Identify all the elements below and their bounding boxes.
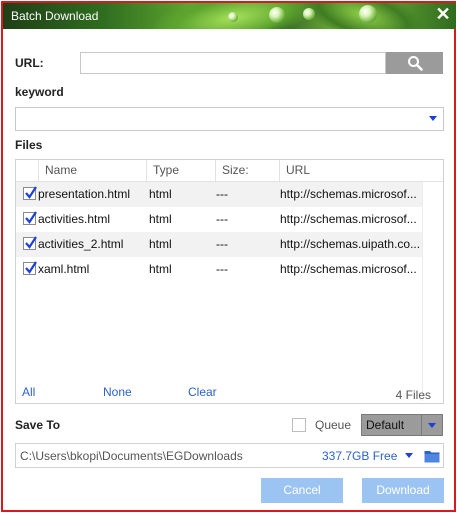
table-row[interactable]: xaml.html html --- http://schemas.micros…	[16, 257, 422, 282]
select-all-link[interactable]: All	[22, 385, 35, 399]
chevron-down-icon	[428, 423, 436, 428]
url-input[interactable]	[80, 52, 386, 74]
save-path-field[interactable]: C:\Users\bkopi\Documents\EGDownloads 337…	[15, 443, 444, 468]
profile-dropdown[interactable]: Default	[361, 414, 443, 436]
file-url: http://schemas.microsof...	[280, 212, 417, 226]
search-button[interactable]	[386, 52, 443, 74]
check-icon	[25, 261, 37, 274]
keyword-dropdown[interactable]	[15, 107, 444, 131]
file-size: ---	[216, 262, 228, 276]
row-checkbox[interactable]	[23, 261, 37, 275]
water-drop-art	[359, 5, 377, 23]
window-title: Batch Download	[11, 9, 99, 23]
column-header-url[interactable]: URL	[279, 160, 423, 181]
save-to-label: Save To	[15, 418, 61, 432]
cancel-button[interactable]: Cancel	[261, 478, 343, 503]
check-icon	[25, 236, 37, 249]
folder-icon[interactable]	[424, 449, 440, 463]
chevron-down-icon[interactable]	[405, 453, 413, 458]
table-header: Name Type Size: URL	[16, 160, 443, 182]
select-none-link[interactable]: None	[103, 385, 132, 399]
clear-link[interactable]: Clear	[188, 385, 217, 399]
file-name: presentation.html	[38, 187, 131, 201]
row-checkbox[interactable]	[23, 236, 37, 250]
file-count: 4 Files	[395, 388, 431, 402]
file-size: ---	[216, 187, 228, 201]
download-button[interactable]: Download	[362, 478, 444, 503]
file-type: html	[149, 237, 172, 251]
files-label: Files	[15, 138, 43, 152]
close-icon[interactable]: ✕	[433, 4, 453, 24]
search-icon	[407, 56, 423, 71]
file-type: html	[149, 262, 172, 276]
file-url: http://schemas.microsof...	[280, 262, 417, 276]
column-header-type[interactable]: Type	[146, 160, 215, 181]
row-checkbox[interactable]	[23, 186, 37, 200]
profile-value: Default	[366, 418, 405, 432]
save-path: C:\Users\bkopi\Documents\EGDownloads	[20, 449, 243, 463]
queue-label[interactable]: Queue	[315, 418, 351, 432]
file-url: http://schemas.microsof...	[280, 187, 417, 201]
check-icon	[25, 211, 37, 224]
check-icon	[25, 186, 37, 199]
table-scrollbar[interactable]	[422, 181, 443, 401]
queue-checkbox[interactable]	[292, 418, 306, 432]
file-name: activities_2.html	[38, 237, 124, 251]
column-header-name[interactable]: Name	[38, 160, 146, 181]
title-bar[interactable]: Batch Download ✕	[3, 3, 456, 29]
water-drop-art	[269, 7, 285, 23]
free-space: 337.7GB Free	[322, 449, 398, 463]
chevron-down-icon[interactable]	[429, 116, 437, 121]
profile-dropdown-button[interactable]	[421, 415, 442, 435]
file-name: activities.html	[38, 212, 111, 226]
water-drop-art	[228, 12, 238, 22]
water-drop-art	[303, 8, 315, 20]
file-size: ---	[216, 237, 228, 251]
column-header-size[interactable]: Size:	[215, 160, 279, 181]
table-row[interactable]: activities_2.html html --- http://schema…	[16, 232, 422, 257]
file-url: http://schemas.uipath.co...	[280, 237, 421, 251]
table-row[interactable]: activities.html html --- http://schemas.…	[16, 207, 422, 232]
column-header-select	[16, 160, 38, 181]
keyword-label: keyword	[15, 85, 64, 99]
row-checkbox[interactable]	[23, 211, 37, 225]
table-row[interactable]: presentation.html html --- http://schema…	[16, 182, 422, 207]
file-name: xaml.html	[38, 262, 90, 276]
files-table: Name Type Size: URL presentation.html ht…	[15, 159, 444, 404]
file-size: ---	[216, 212, 228, 226]
url-label: URL:	[15, 56, 44, 70]
file-type: html	[149, 212, 172, 226]
file-type: html	[149, 187, 172, 201]
